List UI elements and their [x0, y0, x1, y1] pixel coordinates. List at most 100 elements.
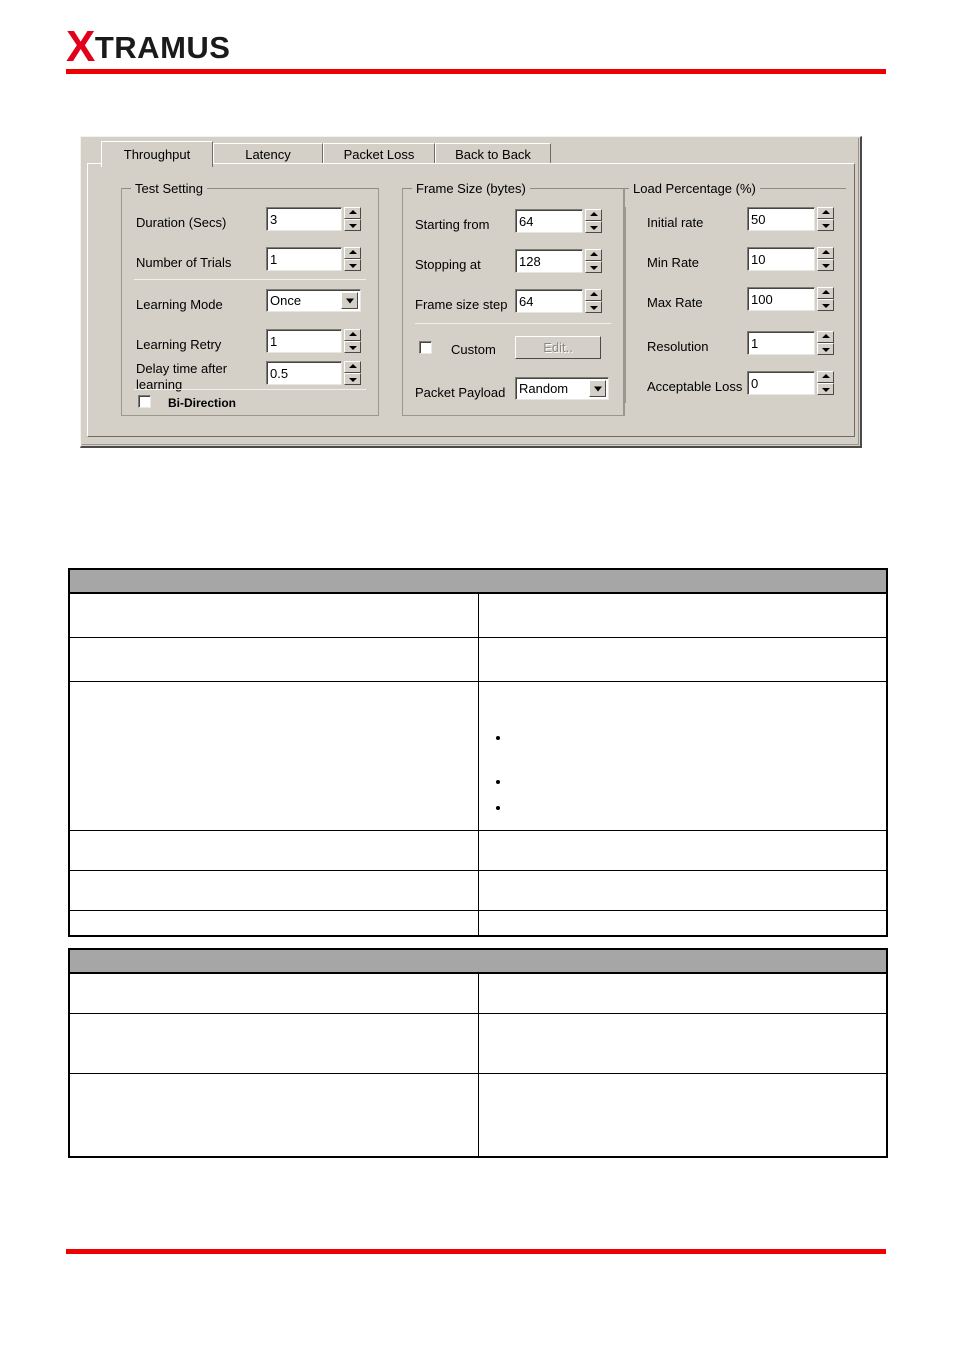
min-rate-input[interactable]: 10 [747, 247, 815, 271]
duration-input[interactable]: 3 [266, 207, 342, 231]
learning-retry-stepper-down[interactable] [344, 341, 361, 353]
learning-mode-label: Learning Mode [136, 297, 223, 312]
stopping-at-input[interactable]: 128 [515, 249, 583, 273]
frame-size-step-stepper-up[interactable] [585, 289, 602, 301]
stopping-at-stepper[interactable] [585, 249, 602, 273]
table-cell-right [477, 1072, 888, 1158]
frame-size-step-label: Frame size step [415, 297, 508, 312]
trials-stepper-up[interactable] [344, 247, 361, 259]
delay-time-stepper-down[interactable] [344, 373, 361, 385]
acceptable-loss-stepper[interactable] [817, 371, 834, 395]
duration-stepper-down[interactable] [344, 219, 361, 231]
table-cell-right [477, 636, 888, 682]
delay-label-line1: Delay time after [136, 361, 228, 376]
header-rule [66, 69, 886, 74]
throughput-settings-dialog: Throughput Latency Packet Loss Back to B… [80, 136, 862, 448]
initial-rate-stepper-down[interactable] [817, 219, 834, 231]
xtramus-logo: XTRAMUS [66, 22, 231, 69]
acceptable-loss-label: Acceptable Loss [647, 379, 743, 394]
tab-back-to-back-label: Back to Back [455, 147, 531, 162]
logo-wordmark: TRAMUS [94, 30, 231, 65]
frame-size-step-input[interactable]: 64 [515, 289, 583, 313]
table-row [68, 680, 888, 831]
min-rate-stepper-up[interactable] [817, 247, 834, 259]
initial-rate-stepper[interactable] [817, 207, 834, 231]
table-cell-left [68, 636, 479, 682]
bi-direction-checkbox[interactable] [138, 395, 151, 408]
resolution-stepper[interactable] [817, 331, 834, 355]
starting-from-label: Starting from [415, 217, 490, 232]
learning-mode-select[interactable]: Once [266, 289, 361, 312]
delay-time-input[interactable]: 0.5 [266, 361, 342, 385]
frame-size-step-stepper[interactable] [585, 289, 602, 313]
acceptable-loss-stepper-down[interactable] [817, 383, 834, 395]
frame-size-step-stepper-down[interactable] [585, 301, 602, 313]
duration-stepper-up[interactable] [344, 207, 361, 219]
stopping-at-label: Stopping at [415, 257, 481, 272]
test-setting-separator-2 [134, 389, 366, 390]
delay-time-stepper[interactable] [344, 361, 361, 385]
description-table-2 [68, 948, 888, 1158]
min-rate-stepper-down[interactable] [817, 259, 834, 271]
max-rate-stepper-up[interactable] [817, 287, 834, 299]
duration-stepper[interactable] [344, 207, 361, 231]
min-rate-stepper[interactable] [817, 247, 834, 271]
resolution-stepper-up[interactable] [817, 331, 834, 343]
trials-stepper[interactable] [344, 247, 361, 271]
custom-checkbox[interactable] [419, 341, 432, 354]
tab-throughput-label: Throughput [123, 147, 191, 162]
trials-stepper-down[interactable] [344, 259, 361, 271]
initial-rate-label: Initial rate [647, 215, 704, 230]
max-rate-input[interactable]: 100 [747, 287, 815, 311]
resolution-input[interactable]: 1 [747, 331, 815, 355]
delay-time-stepper-up[interactable] [344, 361, 361, 373]
group-frame-size: Frame Size (bytes) Starting from 64 Stop… [402, 181, 624, 416]
resolution-stepper-down[interactable] [817, 343, 834, 355]
starting-from-input[interactable]: 64 [515, 209, 583, 233]
table-cell-left [68, 829, 479, 871]
tab-throughput[interactable]: Throughput [101, 141, 213, 167]
initial-rate-stepper-up[interactable] [817, 207, 834, 219]
table-1-header-cell [68, 568, 888, 594]
starting-from-stepper[interactable] [585, 209, 602, 233]
starting-from-stepper-up[interactable] [585, 209, 602, 221]
bi-direction-label: Bi-Direction [168, 396, 237, 410]
table-row [68, 636, 888, 682]
frame-size-separator [415, 323, 611, 324]
tab-packet-loss-label: Packet Loss [343, 147, 415, 162]
group-test-setting: Test Setting Duration (Secs) 3 Number of… [121, 181, 379, 416]
duration-label: Duration (Secs) [136, 215, 227, 230]
max-rate-label: Max Rate [647, 295, 703, 310]
acceptable-loss-stepper-up[interactable] [817, 371, 834, 383]
custom-label: Custom [451, 342, 496, 357]
max-rate-stepper-down[interactable] [817, 299, 834, 311]
tab-back-to-back[interactable]: Back to Back [435, 143, 551, 165]
learning-retry-stepper[interactable] [344, 329, 361, 353]
table-row [68, 592, 888, 638]
packet-payload-select[interactable]: Random [515, 377, 609, 400]
max-rate-stepper[interactable] [817, 287, 834, 311]
starting-from-stepper-down[interactable] [585, 221, 602, 233]
table-cell-left [68, 909, 479, 937]
table-row [68, 909, 888, 937]
chevron-down-icon[interactable] [589, 380, 606, 397]
stopping-at-stepper-down[interactable] [585, 261, 602, 273]
table-cell-left [68, 869, 479, 911]
initial-rate-input[interactable]: 50 [747, 207, 815, 231]
logo-x-glyph: X [66, 22, 95, 71]
acceptable-loss-input[interactable]: 0 [747, 371, 815, 395]
table-cell-left [68, 1072, 479, 1158]
trials-input[interactable]: 1 [266, 247, 342, 271]
table-cell-right [477, 972, 888, 1014]
table-cell-right [477, 592, 888, 638]
tab-latency[interactable]: Latency [213, 143, 323, 165]
learning-retry-input[interactable]: 1 [266, 329, 342, 353]
learning-retry-stepper-up[interactable] [344, 329, 361, 341]
list-item [511, 800, 881, 826]
chevron-down-icon[interactable] [341, 292, 358, 309]
table-row [68, 869, 888, 911]
tab-page-throughput: Test Setting Duration (Secs) 3 Number of… [87, 163, 855, 437]
stopping-at-stepper-up[interactable] [585, 249, 602, 261]
edit-button[interactable]: Edit.. [515, 336, 601, 359]
tab-packet-loss[interactable]: Packet Loss [323, 143, 435, 165]
